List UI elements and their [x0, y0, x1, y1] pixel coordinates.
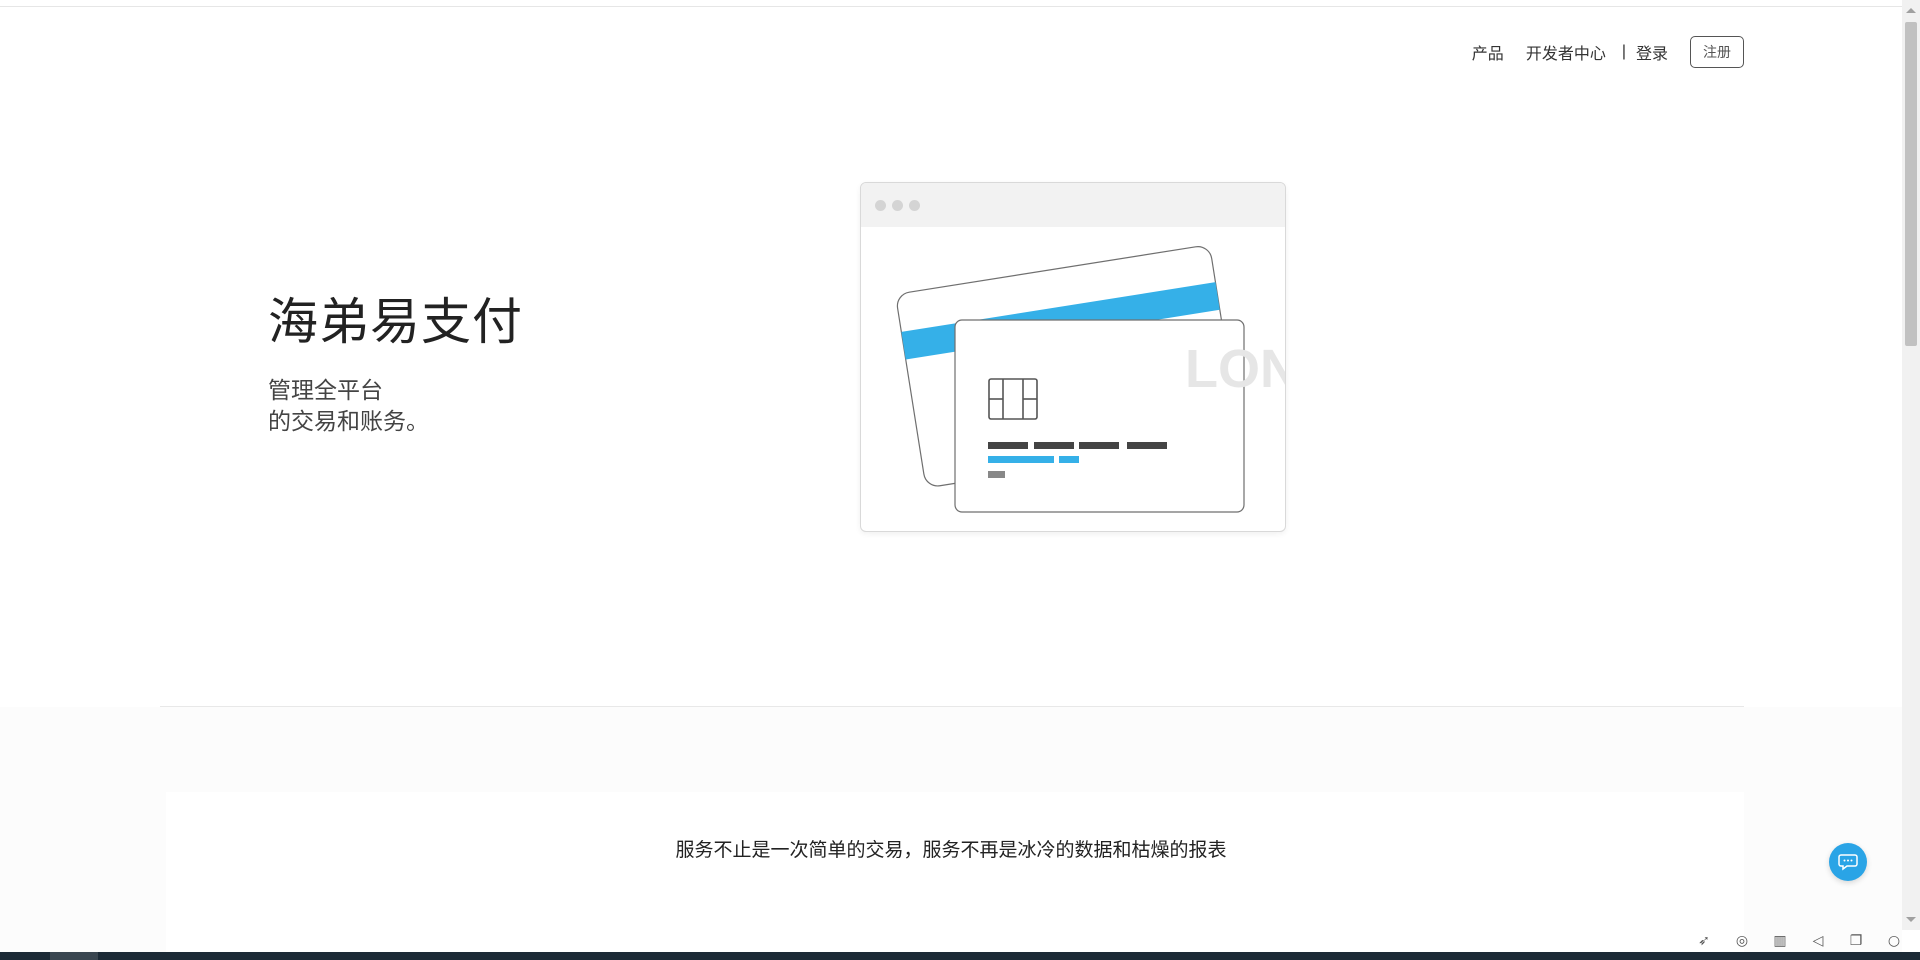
nav-login[interactable]: 登录 — [1636, 40, 1668, 64]
browser-status-toolbar: ➶ ◎ ▥ ◁ ❐ ○ — [1696, 930, 1902, 952]
chat-bubble-icon — [1838, 854, 1858, 871]
window-dot — [892, 199, 903, 211]
card-watermark-text: LON — [1185, 339, 1285, 399]
edge-icon[interactable]: ◎ — [1734, 933, 1750, 949]
chat-button[interactable] — [1829, 843, 1867, 881]
scroll-down-arrow-icon[interactable] — [1906, 917, 1916, 922]
nav-products[interactable]: 产品 — [1472, 40, 1504, 64]
features-panel — [166, 792, 1744, 953]
hero-title: 海弟易支付 — [268, 294, 523, 350]
taskbar-active-item[interactable] — [50, 952, 98, 960]
nav-developer-center[interactable]: 开发者中心 — [1526, 40, 1606, 64]
scrollbar-thumb[interactable] — [1905, 22, 1917, 346]
vertical-scrollbar[interactable] — [1902, 0, 1920, 930]
speaker-icon[interactable]: ◁ — [1810, 933, 1826, 949]
trash-icon[interactable]: ▥ — [1772, 933, 1788, 949]
hero-subtitle: 管理全平台 的交易和账务。 — [268, 375, 429, 437]
nav-separator: | — [1621, 43, 1626, 60]
credit-cards-graphic: LON — [896, 246, 1285, 513]
window-dot — [875, 199, 886, 211]
browser-window-bar — [861, 183, 1285, 227]
window-dot — [909, 199, 920, 211]
top-border — [0, 0, 1902, 7]
hero-subtitle-line1: 管理全平台 — [268, 377, 383, 403]
window-icon[interactable]: ❐ — [1848, 933, 1864, 949]
top-nav: 产品 开发者中心 | 登录 注册 — [1450, 36, 1744, 68]
search-icon[interactable]: ○ — [1886, 933, 1902, 949]
os-taskbar — [0, 952, 1920, 960]
signup-button[interactable]: 注册 — [1690, 36, 1744, 68]
scroll-up-arrow-icon[interactable] — [1906, 8, 1916, 13]
rocket-icon[interactable]: ➶ — [1696, 933, 1712, 949]
section-tagline: 服务不止是一次简单的交易，服务不再是冰冷的数据和枯燥的报表 — [675, 840, 1227, 861]
section-divider — [160, 706, 1744, 707]
card-illustration: LON — [860, 182, 1286, 532]
hero-subtitle-line2: 的交易和账务。 — [268, 408, 429, 434]
